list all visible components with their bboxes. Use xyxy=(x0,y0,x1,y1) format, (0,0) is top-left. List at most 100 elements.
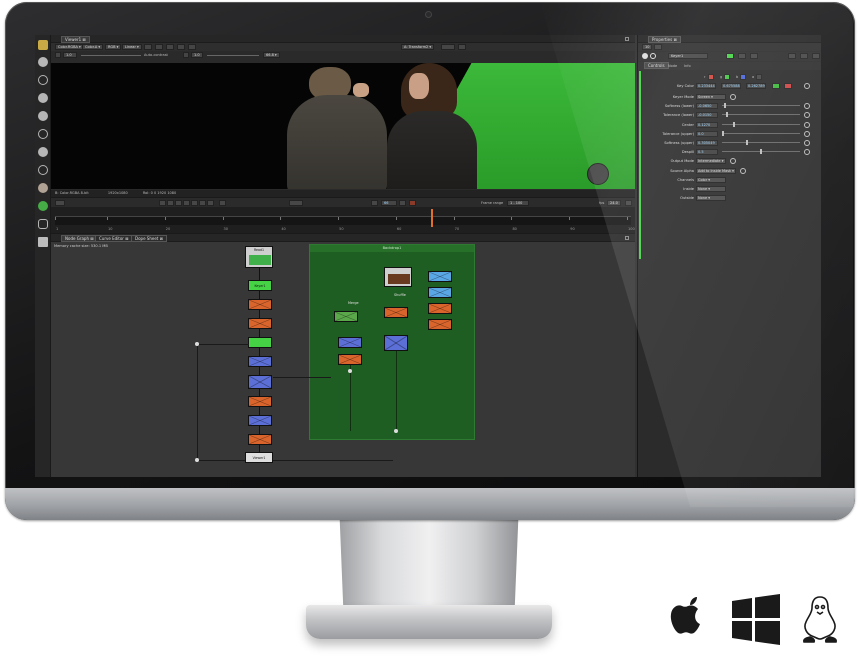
center-node-icon[interactable] xyxy=(650,53,656,59)
node-orange-b2[interactable] xyxy=(338,354,362,365)
node-lblue-2[interactable] xyxy=(428,287,452,298)
loop-dot-2[interactable] xyxy=(195,458,199,462)
display-channels-select[interactable]: RGB ▾ xyxy=(105,44,122,50)
property-value-input[interactable]: 0.0 xyxy=(696,130,718,137)
tab-curve-editor[interactable]: Curve Editor ⊠ xyxy=(95,235,133,242)
backdrop[interactable]: Backdrop1 Merge Shuffle xyxy=(309,244,475,440)
panel-close-icon[interactable] xyxy=(625,37,629,41)
node-blue-b2[interactable] xyxy=(384,335,408,351)
play-backward-button[interactable] xyxy=(175,200,182,206)
node-orange-b1[interactable] xyxy=(384,307,408,318)
alpha-select[interactable]: Color.A ▾ xyxy=(82,44,104,50)
node-lblue-1[interactable] xyxy=(428,271,452,282)
undo-icon[interactable] xyxy=(738,53,746,59)
channel-b-toggle[interactable] xyxy=(740,74,746,80)
frame-range-input[interactable]: 1 - 100 xyxy=(507,200,529,206)
colorspace-select[interactable]: Linear ▾ xyxy=(122,44,142,50)
property-value-input[interactable]: 0.1270 xyxy=(696,121,718,128)
property-value-input[interactable]: 0.305049 xyxy=(696,140,718,146)
first-frame-button[interactable] xyxy=(159,200,166,206)
node-read1[interactable]: Read1 xyxy=(245,246,273,268)
channel-a-toggle[interactable] xyxy=(756,74,762,80)
key-color-swatch[interactable] xyxy=(772,83,780,89)
input-b-select[interactable] xyxy=(458,44,466,50)
read-node-icon[interactable] xyxy=(38,57,48,67)
timeline[interactable]: 1 10 20 30 40 50 60 70 80 90 100 xyxy=(51,207,635,233)
stop-button[interactable] xyxy=(183,200,190,206)
property-menu[interactable]: None ▾ xyxy=(696,186,726,192)
node-graph-panel[interactable]: Node Graph ⊠ Curve Editor ⊠ Dope Sheet ⊠… xyxy=(51,233,635,477)
close-properties-icon[interactable] xyxy=(812,53,820,59)
node-settings-icon[interactable] xyxy=(642,53,648,59)
node-blue-1[interactable] xyxy=(248,356,272,367)
graph-close-icon[interactable] xyxy=(625,236,629,240)
node-merge-main[interactable] xyxy=(248,375,272,389)
property-menu[interactable]: Add to Inside Mask ▾ xyxy=(696,167,736,174)
merge-icon[interactable] xyxy=(38,219,48,229)
composite-operator[interactable] xyxy=(441,44,455,50)
slider-knob[interactable] xyxy=(760,149,762,155)
layer-select[interactable]: Color.RGBA ▾ xyxy=(55,44,84,50)
property-value-input[interactable]: 0.5 xyxy=(696,149,718,156)
key-color-g[interactable]: 0.675588 xyxy=(721,83,741,89)
property-slider[interactable] xyxy=(722,103,800,109)
transform-icon[interactable] xyxy=(38,147,48,157)
last-frame-button[interactable] xyxy=(207,200,214,206)
keyer-icon[interactable] xyxy=(38,201,48,211)
color-picker-icon[interactable] xyxy=(784,83,792,89)
tab-node-graph[interactable]: Node Graph ⊠ xyxy=(61,235,98,242)
node-orange-2[interactable] xyxy=(248,318,272,329)
tab-viewer[interactable]: Viewer1 ⊠ xyxy=(61,36,90,43)
channel-r-toggle[interactable] xyxy=(708,74,714,80)
prev-keyframe-button[interactable] xyxy=(167,200,174,206)
backdrop-dot-1[interactable] xyxy=(394,429,398,433)
subtab-node[interactable]: Node xyxy=(668,63,677,69)
property-menu[interactable]: Color ▾ xyxy=(696,176,726,183)
help-icon[interactable] xyxy=(730,94,736,100)
node-orange-b3[interactable] xyxy=(428,303,452,314)
clear-panels-icon[interactable] xyxy=(654,44,662,50)
loop-button[interactable] xyxy=(219,200,226,206)
timeline-track[interactable]: 1 10 20 30 40 50 60 70 80 90 100 xyxy=(55,216,635,231)
gain-icon[interactable] xyxy=(55,52,61,58)
zoom-select[interactable]: 66.8 ▾ xyxy=(263,52,280,58)
channel-g-toggle[interactable] xyxy=(724,74,730,80)
timeline-playhead[interactable] xyxy=(430,209,433,227)
loop-dot-1[interactable] xyxy=(195,342,199,346)
tab-dope-sheet[interactable]: Dope Sheet ⊠ xyxy=(131,235,167,242)
time-icon[interactable] xyxy=(38,165,48,175)
key-color-reset-icon[interactable] xyxy=(804,83,810,89)
help-icon[interactable] xyxy=(740,167,746,174)
slider-knob[interactable] xyxy=(745,140,748,145)
node-orange-b4[interactable] xyxy=(428,319,452,330)
minimize-icon[interactable] xyxy=(788,53,796,59)
reset-icon[interactable] xyxy=(804,121,810,128)
reset-icon[interactable] xyxy=(804,140,810,146)
play-forward-button[interactable] xyxy=(191,200,198,206)
node-name-input[interactable]: Keyer1 xyxy=(668,53,708,59)
color-icon[interactable] xyxy=(38,111,48,121)
paint-icon[interactable] xyxy=(38,93,48,103)
input-a-select[interactable]: A: Transform2 ▾ xyxy=(401,44,435,50)
filter-icon[interactable] xyxy=(38,183,48,193)
viewer-image[interactable] xyxy=(51,63,635,189)
frame-back-button[interactable] xyxy=(371,200,378,206)
slider-knob[interactable] xyxy=(725,112,728,118)
node-color-swatch[interactable] xyxy=(726,53,734,59)
next-keyframe-button[interactable] xyxy=(199,200,206,206)
property-slider[interactable] xyxy=(722,130,800,136)
reset-icon[interactable] xyxy=(804,112,810,119)
roi-icon[interactable] xyxy=(166,44,174,50)
help-icon[interactable] xyxy=(730,158,736,165)
property-menu[interactable]: Intermediate ▾ xyxy=(696,158,726,165)
node-dkgreen[interactable] xyxy=(334,311,358,322)
properties-count[interactable]: 10 xyxy=(642,44,652,50)
node-blue-2[interactable] xyxy=(248,415,272,426)
tab-properties[interactable]: Properties ⊠ xyxy=(648,36,681,43)
gain-slider[interactable] xyxy=(81,55,141,56)
key-color-b[interactable]: 0.262789 xyxy=(746,83,766,89)
node-read2[interactable] xyxy=(384,267,412,287)
frame-forward-button[interactable] xyxy=(399,200,406,206)
turbo-button[interactable] xyxy=(625,200,632,206)
property-slider[interactable] xyxy=(722,149,800,155)
